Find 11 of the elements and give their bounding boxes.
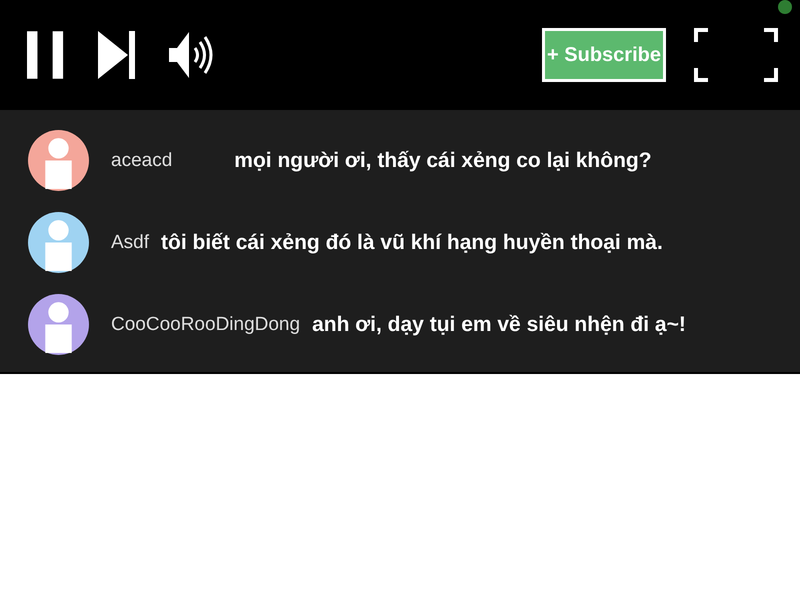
comment-text: tôi biết cái xẻng đó là vũ khí hạng huyền thoại mà. [161,230,663,254]
comment-text: anh ơi, dạy tụi em về siêu nhện đi ạ~! [312,312,686,336]
username: CooCooRooDingDong [111,314,300,336]
fullscreen-icon[interactable] [694,28,778,82]
skip-next-icon[interactable] [98,31,136,79]
subscribe-button[interactable]: + Subscribe [542,28,666,82]
pause-icon[interactable] [27,31,65,79]
username: aceacd [111,150,172,172]
volume-icon[interactable] [169,32,215,78]
comment-text: mọi người ơi, thấy cái xẻng co lại không? [234,148,652,172]
username: Asdf [111,232,150,254]
